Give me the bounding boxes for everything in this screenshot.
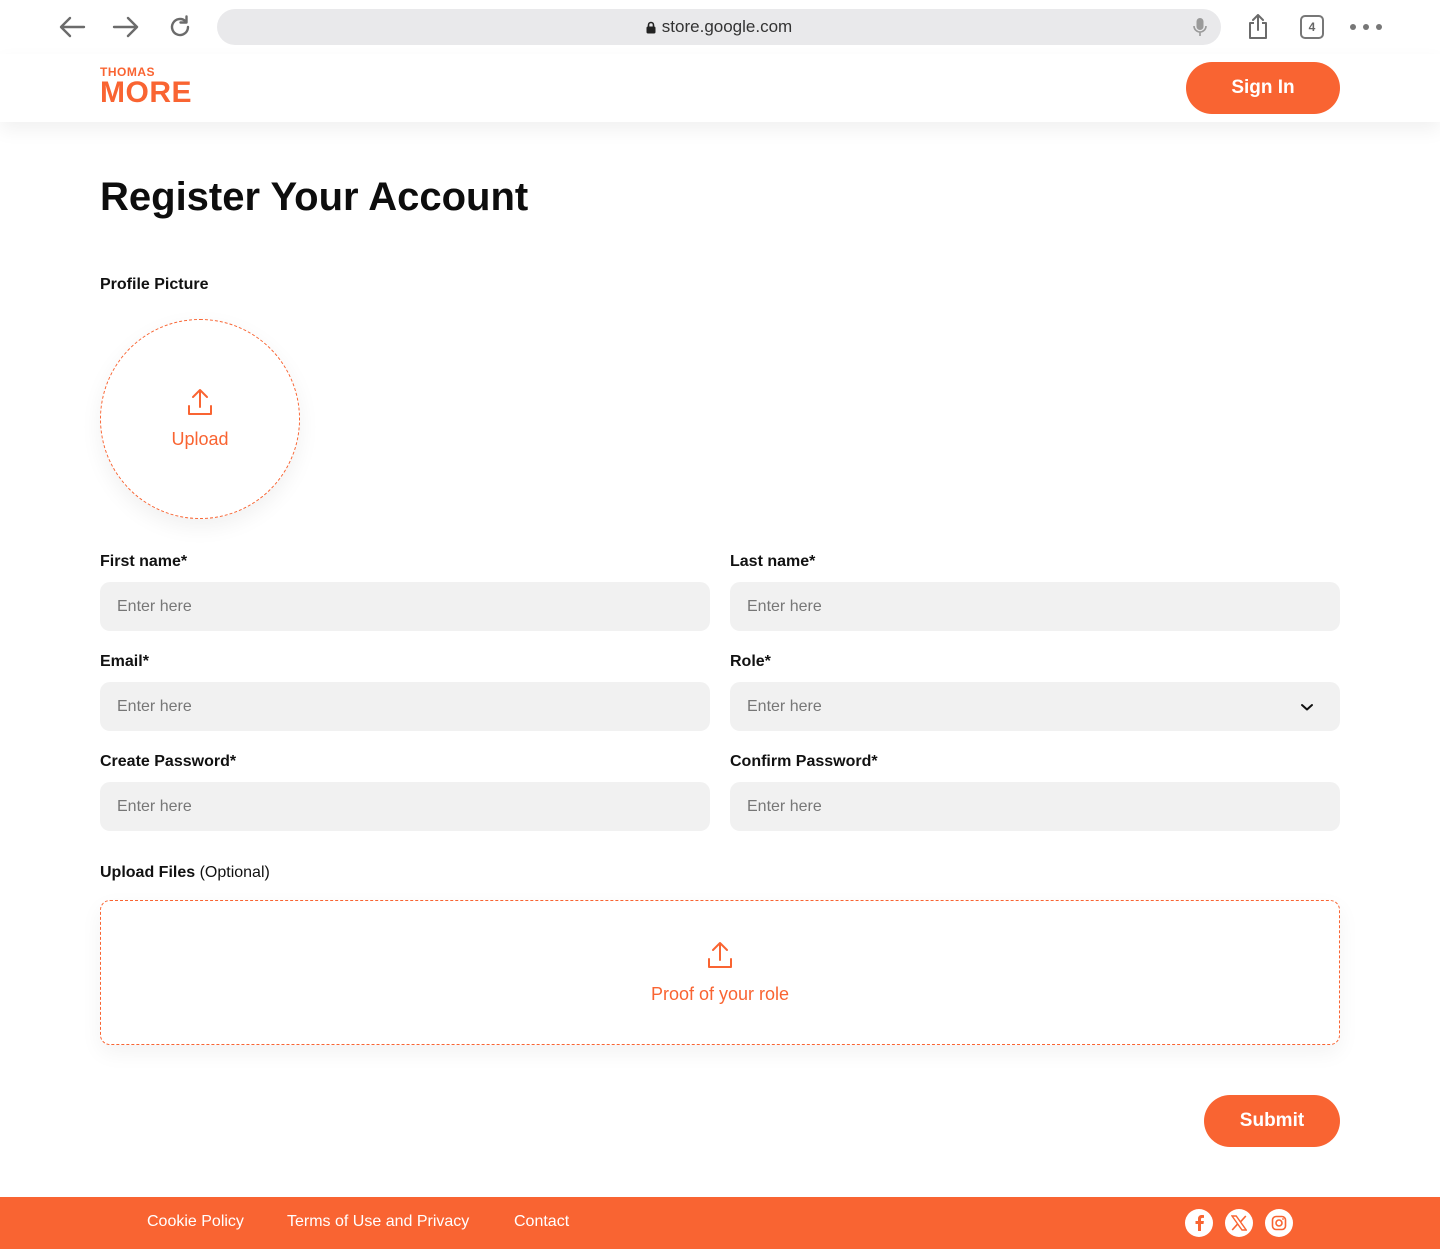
forward-icon[interactable] xyxy=(108,10,144,44)
profile-picture-label: Profile Picture xyxy=(100,276,209,293)
more-options-icon[interactable] xyxy=(1350,18,1382,36)
submit-button[interactable]: Submit xyxy=(1204,1095,1340,1147)
footer-link-terms[interactable]: Terms of Use and Privacy xyxy=(287,1213,469,1231)
upload-files-label: Upload Files (Optional) xyxy=(100,864,270,882)
share-icon[interactable] xyxy=(1240,10,1276,44)
back-icon[interactable] xyxy=(54,10,90,44)
role-label: Role* xyxy=(730,653,771,670)
upload-icon xyxy=(707,941,733,974)
email-input[interactable] xyxy=(100,682,710,731)
instagram-icon[interactable] xyxy=(1265,1209,1293,1237)
chevron-down-icon xyxy=(1300,699,1314,717)
email-label: Email* xyxy=(100,653,149,670)
microphone-icon[interactable] xyxy=(1193,17,1207,42)
site-logo[interactable]: THOMAS MORE xyxy=(100,66,192,108)
x-icon[interactable] xyxy=(1225,1209,1253,1237)
create-password-label: Create Password* xyxy=(100,753,237,770)
create-password-input[interactable] xyxy=(100,782,710,831)
first-name-label: First name* xyxy=(100,553,188,570)
upload-files-title: Upload Files xyxy=(100,864,196,881)
footer-link-cookie-policy[interactable]: Cookie Policy xyxy=(147,1213,244,1231)
facebook-icon[interactable] xyxy=(1185,1209,1213,1237)
reload-icon[interactable] xyxy=(162,10,198,44)
last-name-input[interactable] xyxy=(730,582,1340,631)
site-header: THOMAS MORE Sign In xyxy=(0,54,1440,122)
last-name-label: Last name* xyxy=(730,553,816,570)
site-footer: Cookie Policy Terms of Use and Privacy C… xyxy=(0,1197,1440,1249)
file-upload-text: Proof of your role xyxy=(650,983,790,1004)
address-bar[interactable]: store.google.com xyxy=(217,9,1221,45)
role-select-placeholder: Enter here xyxy=(747,697,822,715)
page-title: Register Your Account xyxy=(100,175,529,219)
sign-in-button[interactable]: Sign In xyxy=(1186,62,1340,114)
profile-picture-upload[interactable]: Upload xyxy=(100,319,300,519)
footer-link-contact[interactable]: Contact xyxy=(514,1213,569,1231)
logo-bottom-text: MORE xyxy=(100,76,192,109)
upload-files-optional: (Optional) xyxy=(199,864,270,881)
role-select[interactable]: Enter here xyxy=(730,682,1340,731)
confirm-password-input[interactable] xyxy=(730,782,1340,831)
file-upload-dropzone[interactable]: Proof of your role xyxy=(100,900,1340,1045)
confirm-password-label: Confirm Password* xyxy=(730,753,878,770)
url-text: store.google.com xyxy=(661,17,793,36)
profile-upload-text: Upload xyxy=(171,429,229,449)
browser-toolbar: store.google.com 4 xyxy=(0,0,1440,54)
lock-icon xyxy=(646,21,656,33)
tab-count[interactable]: 4 xyxy=(1300,15,1324,39)
first-name-input[interactable] xyxy=(100,582,710,631)
upload-icon xyxy=(187,388,213,421)
